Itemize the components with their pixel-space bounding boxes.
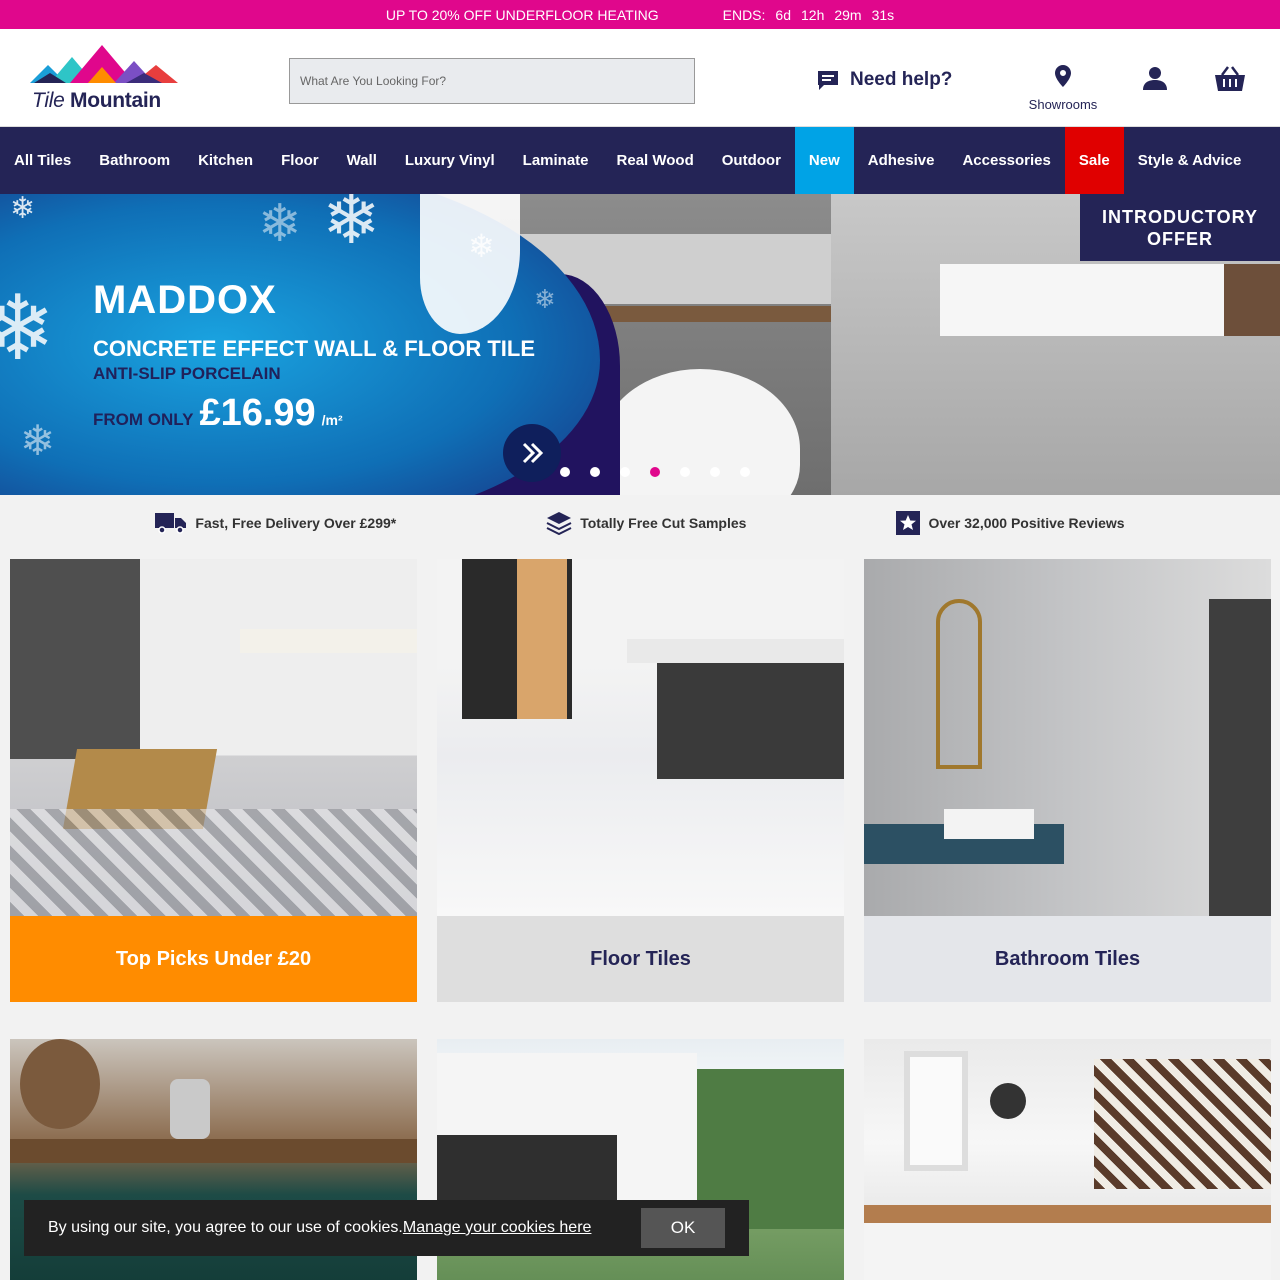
introductory-offer-badge: INTRODUCTORY OFFER <box>1080 194 1280 261</box>
hero-from-label: FROM ONLY <box>93 410 194 429</box>
nav-wall[interactable]: Wall <box>333 127 391 194</box>
nav-adhesive[interactable]: Adhesive <box>854 127 949 194</box>
nav-luxury-vinyl[interactable]: Luxury Vinyl <box>391 127 509 194</box>
carousel-dot[interactable] <box>590 467 600 477</box>
nav-floor[interactable]: Floor <box>267 127 333 194</box>
countdown-days: 6d <box>775 6 791 23</box>
category-label[interactable]: Bathroom Tiles <box>864 916 1271 1002</box>
bathroom-tiles-image <box>864 559 1271 916</box>
usp-reviews: Over 32,000 Positive Reviews <box>896 511 1125 535</box>
category-card-kitchen-tiles-image[interactable] <box>864 1039 1271 1280</box>
hero-cabinet <box>1224 264 1280 336</box>
showrooms-label: Showrooms <box>1028 97 1098 112</box>
cookie-text: By using our site, you agree to our use … <box>48 1219 403 1236</box>
countdown: ENDS: 6d 12h 29m 31s <box>723 7 895 23</box>
user-icon <box>1143 67 1167 90</box>
basket-icon <box>1215 66 1245 91</box>
countdown-seconds: 31s <box>871 6 895 23</box>
nav-sale[interactable]: Sale <box>1064 127 1124 194</box>
carousel-dot[interactable] <box>560 467 570 477</box>
usp-reviews-text: Over 32,000 Positive Reviews <box>928 515 1125 531</box>
floor-tiles-image <box>437 559 844 916</box>
promo-text[interactable]: UP TO 20% OFF UNDERFLOOR HEATING <box>386 7 659 23</box>
carousel-dot[interactable] <box>620 467 630 477</box>
snowflake-icon: ❄ <box>258 195 302 253</box>
category-card-bathroom-tiles[interactable]: Bathroom Tiles <box>864 559 1271 1002</box>
carousel-dot-active[interactable] <box>650 467 660 477</box>
account-button[interactable] <box>1142 66 1168 95</box>
hero-subtitle: CONCRETE EFFECT WALL & FLOOR TILE <box>93 336 536 361</box>
category-label[interactable]: Floor Tiles <box>437 916 844 1002</box>
countdown-minutes: 29m <box>834 6 862 23</box>
snowflake-icon: ❄ <box>10 194 36 225</box>
chat-icon <box>818 71 838 90</box>
hero-banner[interactable]: ❄ ❄ ❄ ❄ ❄ ❄ ❄ MADDOX CONCRETE EFFECT WAL… <box>0 194 1280 495</box>
nav-laminate[interactable]: Laminate <box>509 127 603 194</box>
usp-strip: Fast, Free Delivery Over £299* Totally F… <box>0 495 1280 551</box>
category-card-top-picks[interactable]: Top Picks Under £20 <box>10 559 417 1002</box>
site-header: Tile Mountain Need help? Showrooms <box>0 29 1280 127</box>
hero-next-button[interactable] <box>503 424 561 482</box>
category-grid: Top Picks Under £20 Floor Tiles Bathroom… <box>0 551 1280 1280</box>
usp-delivery: Fast, Free Delivery Over £299* <box>155 511 396 535</box>
nav-style-advice[interactable]: Style & Advice <box>1124 127 1256 194</box>
promo-bar[interactable]: UP TO 20% OFF UNDERFLOOR HEATING ENDS: 6… <box>0 0 1280 29</box>
nav-real-wood[interactable]: Real Wood <box>603 127 708 194</box>
top-picks-image <box>10 559 417 916</box>
carousel-dot[interactable] <box>710 467 720 477</box>
search-input[interactable] <box>289 58 695 104</box>
showrooms-link[interactable]: Showrooms <box>1020 65 1106 112</box>
basket-button[interactable] <box>1214 65 1246 98</box>
nav-outdoor[interactable]: Outdoor <box>708 127 795 194</box>
carousel-dot[interactable] <box>680 467 690 477</box>
usp-samples-text: Totally Free Cut Samples <box>580 515 747 531</box>
hero-price-row: FROM ONLY £16.99 /m² <box>93 392 343 435</box>
map-pin-icon <box>1055 65 1071 87</box>
help-label: Need help? <box>850 69 953 90</box>
snowflake-icon: ❄ <box>468 228 495 264</box>
truck-icon <box>155 513 187 534</box>
snowflake-icon: ❄ <box>534 284 556 314</box>
logo-text: Tile Mountain <box>32 89 161 112</box>
hero-unit: /m² <box>321 412 343 428</box>
cookie-ok-button[interactable]: OK <box>641 1208 725 1248</box>
snowflake-icon: ❄ <box>322 194 381 258</box>
hero-subtitle-2: ANTI-SLIP PORCELAIN <box>93 364 281 383</box>
carousel-dot[interactable] <box>740 467 750 477</box>
hero-basin <box>940 264 1224 336</box>
usp-delivery-text: Fast, Free Delivery Over £299* <box>195 515 397 531</box>
countdown-label: ENDS: <box>722 6 766 23</box>
cookie-banner: By using our site, you agree to our use … <box>24 1200 749 1256</box>
category-card-floor-tiles[interactable]: Floor Tiles <box>437 559 844 1002</box>
hero-price: £16.99 <box>199 392 316 434</box>
hero-title: MADDOX <box>93 278 277 322</box>
carousel-dots <box>560 467 750 477</box>
cookie-manage-link[interactable]: Manage your cookies here <box>403 1219 592 1237</box>
category-label[interactable]: Top Picks Under £20 <box>10 916 417 1002</box>
layers-icon <box>546 512 572 535</box>
snowflake-icon: ❄ <box>20 417 56 464</box>
star-icon <box>896 511 921 535</box>
main-nav: All Tiles Bathroom Kitchen Floor Wall Lu… <box>0 127 1280 194</box>
usp-samples: Totally Free Cut Samples <box>546 511 746 535</box>
help-link[interactable]: Need help? <box>816 69 952 91</box>
countdown-hours: 12h <box>801 6 825 23</box>
nav-accessories[interactable]: Accessories <box>948 127 1064 194</box>
mountain-logo-icon <box>30 45 178 83</box>
snowflake-icon: ❄ <box>0 279 56 379</box>
logo[interactable]: Tile Mountain <box>30 43 182 123</box>
nav-bathroom[interactable]: Bathroom <box>85 127 184 194</box>
nav-kitchen[interactable]: Kitchen <box>184 127 267 194</box>
double-chevron-right-icon <box>522 442 544 464</box>
nav-all-tiles[interactable]: All Tiles <box>0 127 85 194</box>
nav-new[interactable]: New <box>794 127 854 194</box>
